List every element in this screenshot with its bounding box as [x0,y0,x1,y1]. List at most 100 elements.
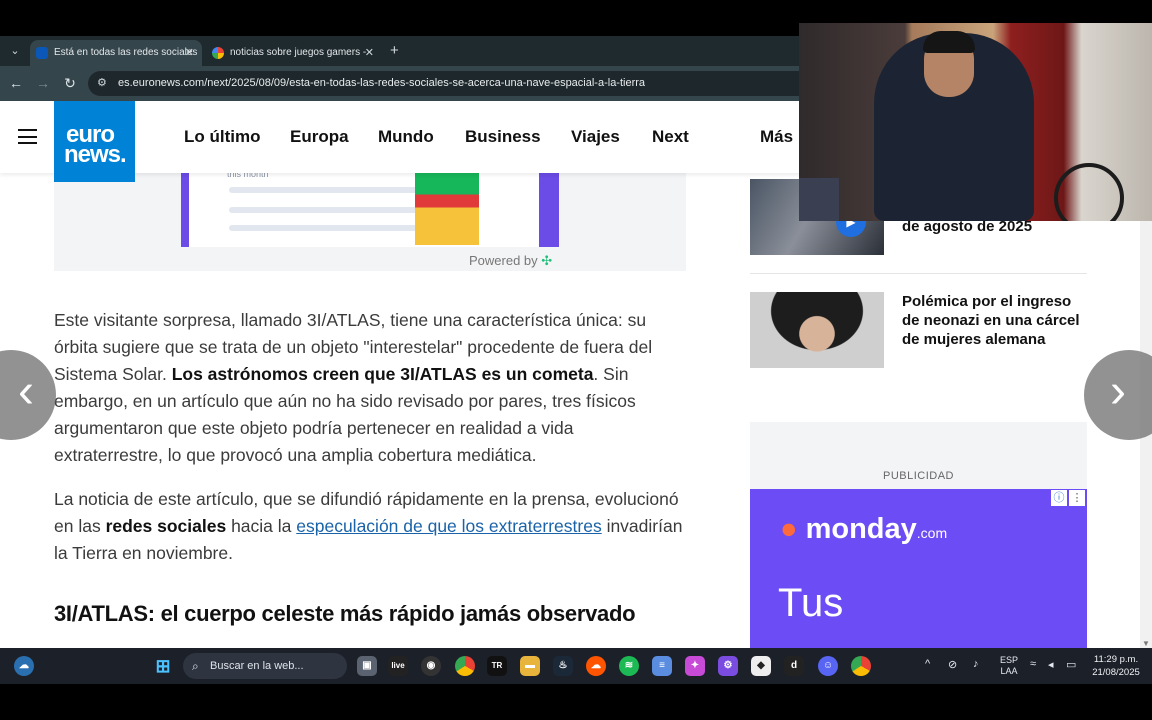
address-bar[interactable]: ⚙ es.euronews.com/next/2025/08/09/esta-e… [88,71,800,96]
sidebar-item2-title[interactable]: Polémica por el ingreso de neonazi en un… [902,292,1092,349]
section-heading: 3I/ATLAS: el cuerpo celeste más rápido j… [54,601,636,626]
carousel-next-button[interactable]: › [1084,350,1152,440]
davinci-label: d [790,660,798,671]
article-paragraph-2: La noticia de este artículo, que se difu… [54,486,684,567]
ad-row [229,187,419,193]
spotify-icon[interactable]: ≋ [619,656,639,676]
search-placeholder: Buscar en la web... [210,660,304,672]
sidebar-ad[interactable]: PUBLICIDAD ● monday.com Tus ⓘ ⋮ [750,422,1087,648]
wifi-icon[interactable]: ≈ [1030,658,1036,670]
ad-row [229,207,419,213]
tab-close-icon[interactable]: ✕ [365,40,374,66]
steam-icon[interactable]: ♨ [553,656,573,676]
menu-icon[interactable] [18,129,37,144]
tab-title: noticias sobre juegos gamers - [230,47,367,58]
speculation-link[interactable]: especulación de que los extraterrestres [296,516,601,536]
nav-next[interactable]: Next [652,127,689,147]
live-app-label: live [391,661,405,670]
euronews-logo[interactable]: euro news. [54,101,135,182]
start-icon[interactable]: ⊞ [153,656,173,676]
forward-button[interactable]: → [34,74,52,92]
google-favicon-icon [212,47,224,59]
chrome-profile-icon[interactable] [851,656,871,676]
address-url[interactable]: es.euronews.com/next/2025/08/09/esta-en-… [118,71,645,96]
scroll-down-icon[interactable]: ▼ [1142,639,1150,648]
site-info-icon[interactable]: ⚙ [97,76,107,89]
chrome-icon[interactable] [455,656,475,676]
obs-icon[interactable]: ◉ [421,656,441,676]
webcam-monitor [799,178,839,221]
widgets-icon[interactable]: ☁ [14,656,34,676]
nav-europa[interactable]: Europa [290,127,349,147]
monday-logo: ● monday.com [780,513,947,546]
new-tab-button[interactable]: + [390,42,399,60]
nav-viajes[interactable]: Viajes [571,127,620,147]
tab-google[interactable]: noticias sobre juegos gamers - ✕ [206,40,382,66]
webcam-bicycle [1054,163,1124,221]
ad-label: PUBLICIDAD [882,470,955,482]
app-icon[interactable]: ⚙ [718,656,738,676]
copilot-icon[interactable]: ✦ [685,656,705,676]
inline-ad[interactable]: this month Powered by ✣ [54,169,686,271]
tray-overflow-icon[interactable]: ^ [925,658,930,670]
tab-close-icon[interactable]: ✕ [185,40,194,66]
search-icon: ⌕ [192,659,199,673]
webcam-hair [923,31,975,53]
monday-brand: monday [805,513,917,545]
carousel-prev-button[interactable]: ‹ [0,350,56,440]
tab-search-icon[interactable]: ⌄ [6,42,24,60]
monday-ad[interactable]: ● monday.com Tus ⓘ ⋮ [750,489,1087,648]
monday-mark-icon: ● [780,513,798,545]
nav-mundo[interactable]: Mundo [378,127,434,147]
lang-line1: ESP [999,655,1018,665]
ad-headline: Tus [778,581,844,625]
taskbar-search[interactable]: ⌕ Buscar en la web... [183,653,347,679]
discord-icon[interactable]: ☺ [818,656,838,676]
unity-icon[interactable]: ◆ [751,656,771,676]
live-app-icon[interactable]: live [388,656,408,676]
nav-business[interactable]: Business [465,127,541,147]
adchoices-icon[interactable]: ⓘ [1051,490,1067,506]
ad-row [229,225,419,231]
browser-tab-strip: ⌄ Está en todas las redes sociales ✕ not… [0,36,800,66]
notepad-icon[interactable]: ≡ [652,656,672,676]
monday-suffix: .com [916,525,948,541]
spark-icon: ✣ [541,253,553,268]
mic-icon[interactable]: ♪ [973,658,979,670]
browser-toolbar: ← → ↻ ⚙ es.euronews.com/next/2025/08/09/… [0,66,800,101]
volume-icon[interactable]: ◂ [1048,658,1054,671]
ad-image: this month [181,169,559,247]
article-paragraph-1: Este visitante sorpresa, llamado 3I/ATLA… [54,307,684,469]
webcam-overlay [799,23,1152,221]
p1-bold: Los astrónomos creen que 3I/ATLAS es un … [171,364,594,384]
davinci-icon[interactable]: d [784,656,804,676]
back-button[interactable]: ← [7,74,25,92]
letterbox-bottom [0,684,1152,720]
sidebar-thumb-woman[interactable] [750,292,884,368]
tr-app-icon[interactable]: TR [487,656,507,676]
lang-line2: LAA [1000,666,1018,676]
p2-text-2: hacia la [226,516,297,536]
nav-lo-ultimo[interactable]: Lo último [184,127,260,147]
network-off-icon[interactable]: ⊘ [948,658,957,671]
clock[interactable]: 11:29 p.m. 21/08/2025 [1086,653,1146,679]
tr-app-label: TR [491,661,503,670]
screen: ⌄ Está en todas las redes sociales ✕ not… [0,0,1152,720]
battery-icon[interactable]: ▭ [1066,658,1076,671]
windows-taskbar: ☁ ⊞ ⌕ Buscar en la web... ▣ live ◉ TR ▬ … [0,648,1152,684]
divider [750,273,1087,274]
euronews-favicon-icon [36,47,48,59]
powered-by: Powered by ✣ [469,253,552,269]
file-explorer-icon[interactable]: ▬ [520,656,540,676]
soundcloud-icon[interactable]: ☁ [586,656,606,676]
clock-date: 21/08/2025 [1092,667,1140,678]
language-indicator[interactable]: ESP LAA [996,655,1022,677]
ad-more-icon[interactable]: ⋮ [1069,490,1085,506]
task-view-icon[interactable]: ▣ [357,656,377,676]
tab-euronews[interactable]: Está en todas las redes sociales ✕ [30,40,202,66]
reload-button[interactable]: ↻ [61,74,79,92]
clock-time: 11:29 p.m. [1093,654,1139,665]
logo-line2: news. [64,141,127,168]
tab-title: Está en todas las redes sociales [54,47,198,58]
nav-mas[interactable]: Más [760,127,793,147]
